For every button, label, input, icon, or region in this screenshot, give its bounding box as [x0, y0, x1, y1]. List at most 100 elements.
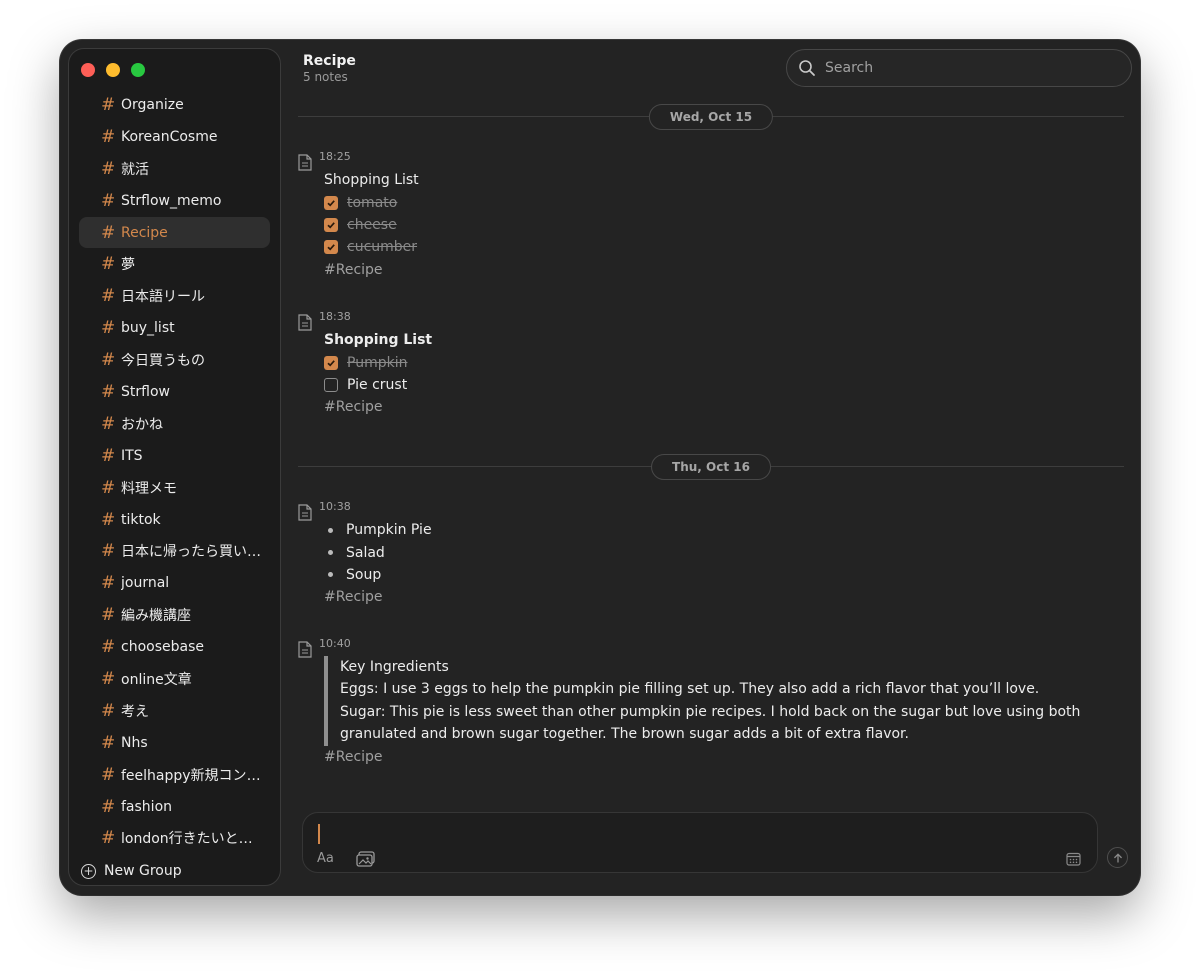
new-group-label: New Group — [104, 863, 182, 879]
sidebar-group-item[interactable]: # おかね — [79, 408, 270, 440]
search-icon — [799, 60, 815, 76]
zoom-window-button[interactable] — [131, 63, 145, 77]
hashtag-icon: # — [101, 509, 116, 530]
quote-line: Sugar: This pie is less sweet than other… — [340, 703, 1081, 743]
hashtag-icon: # — [101, 158, 116, 179]
sidebar-group-item[interactable]: # KoreanCosme — [79, 121, 270, 153]
note-tag[interactable]: #Recipe — [324, 746, 1100, 768]
sidebar-group-item[interactable]: # 就活 — [79, 153, 270, 185]
format-text-button[interactable]: Aa — [317, 851, 334, 866]
sidebar-group-item[interactable]: # buy_list — [79, 312, 270, 344]
sidebar-group-item[interactable]: # Recipe — [79, 216, 270, 249]
minimize-window-button[interactable] — [106, 63, 120, 77]
composer-input[interactable] — [323, 821, 1023, 845]
sidebar-group-item[interactable]: # 日本語リール — [79, 280, 270, 312]
hashtag-icon: # — [101, 732, 116, 753]
note-tag[interactable]: #Recipe — [324, 586, 1100, 608]
sidebar-group-label: online文章 — [121, 671, 192, 688]
date-separator: Wed, Oct 15 — [298, 104, 1124, 130]
bullet-text: Salad — [346, 544, 385, 561]
sidebar-group-label: ITS — [121, 447, 143, 464]
checklist-item-text: cheese — [347, 216, 397, 233]
sidebar-group-item[interactable]: # journal — [79, 567, 270, 599]
sidebar-group-label: おかね — [121, 416, 163, 433]
sidebar-group-item[interactable]: # 日本に帰ったら買いたいもの — [79, 535, 270, 567]
quote-line: Eggs: I use 3 eggs to help the pumpkin p… — [340, 681, 1040, 698]
note-title: Shopping List — [324, 172, 419, 189]
checkbox-checked[interactable] — [324, 355, 338, 370]
checkmark-icon — [327, 199, 335, 207]
hashtag-icon: # — [101, 477, 116, 498]
send-button[interactable] — [1107, 847, 1128, 868]
sidebar-group-label: Strflow_memo — [121, 192, 222, 209]
sidebar-group-label: 就活 — [121, 161, 149, 178]
sidebar-group-item[interactable]: # Strflow — [79, 376, 270, 408]
hashtag-icon: # — [101, 445, 116, 466]
sidebar-group-item[interactable]: # tiktok — [79, 504, 270, 536]
sidebar-group-label: 編み機講座 — [121, 608, 191, 625]
checkbox-checked[interactable] — [324, 195, 338, 210]
checklist-item-text: Pumpkin — [347, 354, 408, 371]
note-icon — [298, 641, 312, 658]
note-count: 5 notes — [303, 70, 348, 84]
composer[interactable]: Aa — [302, 812, 1098, 873]
checkbox-checked[interactable] — [324, 240, 338, 255]
arrow-up-icon — [1113, 852, 1122, 863]
search-input[interactable] — [825, 60, 1115, 76]
sidebar-group-item[interactable]: # Nhs — [79, 727, 270, 759]
checklist-item: Pie crust — [324, 374, 1100, 396]
sidebar-group-item[interactable]: # 考え — [79, 695, 270, 727]
window-controls — [81, 63, 145, 77]
note-tag[interactable]: #Recipe — [324, 259, 1100, 281]
checklist-item: cheese — [324, 214, 1100, 236]
checklist-item: tomato — [324, 191, 1100, 213]
note-icon — [298, 154, 312, 171]
image-gallery-icon[interactable] — [356, 851, 375, 867]
hashtag-icon: # — [101, 637, 116, 658]
sidebar-group-item[interactable]: # Strflow_memo — [79, 185, 270, 217]
sidebar-group-label: journal — [121, 575, 170, 592]
sidebar-group-label: fashion — [121, 798, 173, 815]
sidebar-group-label: feelhappy新規コンテンツ — [121, 767, 261, 784]
sidebar-group-item[interactable]: # choosebase — [79, 631, 270, 663]
sidebar-group-label: 日本に帰ったら買いたいもの — [121, 544, 261, 561]
sidebar-group-item[interactable]: # ITS — [79, 440, 270, 472]
bullet-icon — [328, 572, 333, 578]
hashtag-icon: # — [101, 413, 116, 434]
calendar-icon[interactable] — [1066, 852, 1081, 866]
search-box[interactable] — [786, 49, 1132, 87]
note-time: 18:38 — [319, 310, 351, 323]
hashtag-icon: # — [101, 381, 116, 402]
date-pill: Wed, Oct 15 — [648, 104, 774, 130]
sidebar-group-item[interactable]: # online文章 — [79, 663, 270, 695]
checkbox-unchecked[interactable] — [324, 377, 338, 392]
note-title: Shopping List — [324, 332, 433, 349]
sidebar-group-item[interactable]: # london行きたいところ — [79, 822, 270, 854]
bullet-icon — [328, 550, 333, 556]
hashtag-icon: # — [101, 828, 116, 849]
checkbox-checked[interactable] — [324, 217, 338, 232]
hashtag-icon: # — [101, 668, 116, 689]
sidebar-group-label: 考え — [121, 703, 149, 720]
checklist-item: Pumpkin — [324, 351, 1100, 373]
hashtag-icon: # — [101, 254, 116, 275]
date-separator: Thu, Oct 16 — [298, 454, 1124, 480]
main-pane: Recipe 5 notes Wed, Oct 15 18:25 Sh — [290, 40, 1140, 895]
note-tag[interactable]: #Recipe — [324, 396, 1100, 418]
sidebar-group-item[interactable]: # 今日買うもの — [79, 344, 270, 376]
new-group-button[interactable]: + New Group — [81, 863, 182, 879]
sidebar-group-label: KoreanCosme — [121, 128, 218, 145]
sidebar-group-item[interactable]: # Organize — [79, 89, 270, 121]
checkmark-icon — [327, 222, 335, 229]
hashtag-icon: # — [101, 126, 116, 147]
hashtag-icon: # — [101, 94, 116, 115]
sidebar-group-item[interactable]: # 料理メモ — [79, 472, 270, 504]
sidebar-group-item[interactable]: # 夢 — [79, 248, 270, 280]
sidebar-group-item[interactable]: # 編み機講座 — [79, 599, 270, 631]
sidebar-group-label: buy_list — [121, 320, 175, 337]
hashtag-icon: # — [101, 350, 116, 371]
sidebar-group-item[interactable]: # feelhappy新規コンテンツ — [79, 759, 270, 791]
close-window-button[interactable] — [81, 63, 95, 77]
sidebar: # Organize # KoreanCosme # 就活 # Strflow_memo # Re… — [68, 48, 281, 886]
sidebar-group-item[interactable]: # fashion — [79, 791, 270, 823]
